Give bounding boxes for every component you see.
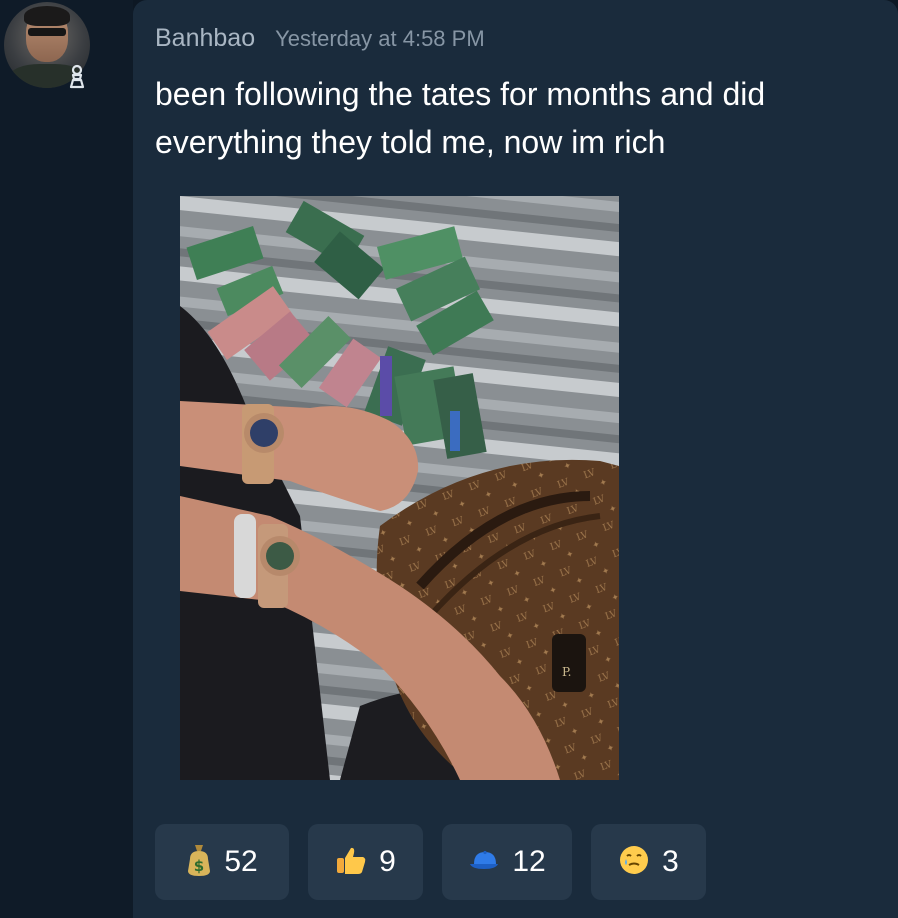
reaction-count: 12 (512, 845, 546, 878)
message-text: been following the tates for months and … (155, 76, 766, 160)
avatar-hair (24, 6, 70, 26)
message-card: Banhbao Yesterday at 4:58 PM been follow… (133, 0, 898, 918)
left-rail (0, 0, 133, 918)
reaction-count: 3 (662, 845, 679, 878)
message-image-attachment[interactable]: LV ✦ (180, 196, 619, 780)
reaction-bar: $ 52 9 12 3 (155, 824, 706, 900)
pawn-role-icon (62, 62, 92, 92)
message-timestamp[interactable]: Yesterday at 4:58 PM (275, 26, 485, 52)
attachment-photo: LV ✦ (180, 196, 619, 780)
bag-tag-text: P. (562, 665, 571, 679)
reaction-blue-cap[interactable]: 12 (442, 824, 572, 900)
author-name[interactable]: Banhbao (155, 24, 255, 53)
reaction-count: 9 (379, 845, 396, 878)
thumbs-up-icon (335, 845, 367, 880)
svg-text:$: $ (194, 857, 204, 875)
blue-cap-icon (468, 849, 500, 876)
reaction-thumbs-up[interactable]: 9 (308, 824, 423, 900)
message-header: Banhbao Yesterday at 4:58 PM (155, 24, 485, 53)
reaction-tear-smile[interactable]: 3 (591, 824, 706, 900)
reaction-count: 52 (224, 845, 258, 878)
reaction-money-bag[interactable]: $ 52 (155, 824, 289, 900)
tear-smile-icon (618, 844, 650, 881)
avatar-glasses (28, 28, 66, 36)
money-bag-icon: $ (186, 843, 212, 882)
